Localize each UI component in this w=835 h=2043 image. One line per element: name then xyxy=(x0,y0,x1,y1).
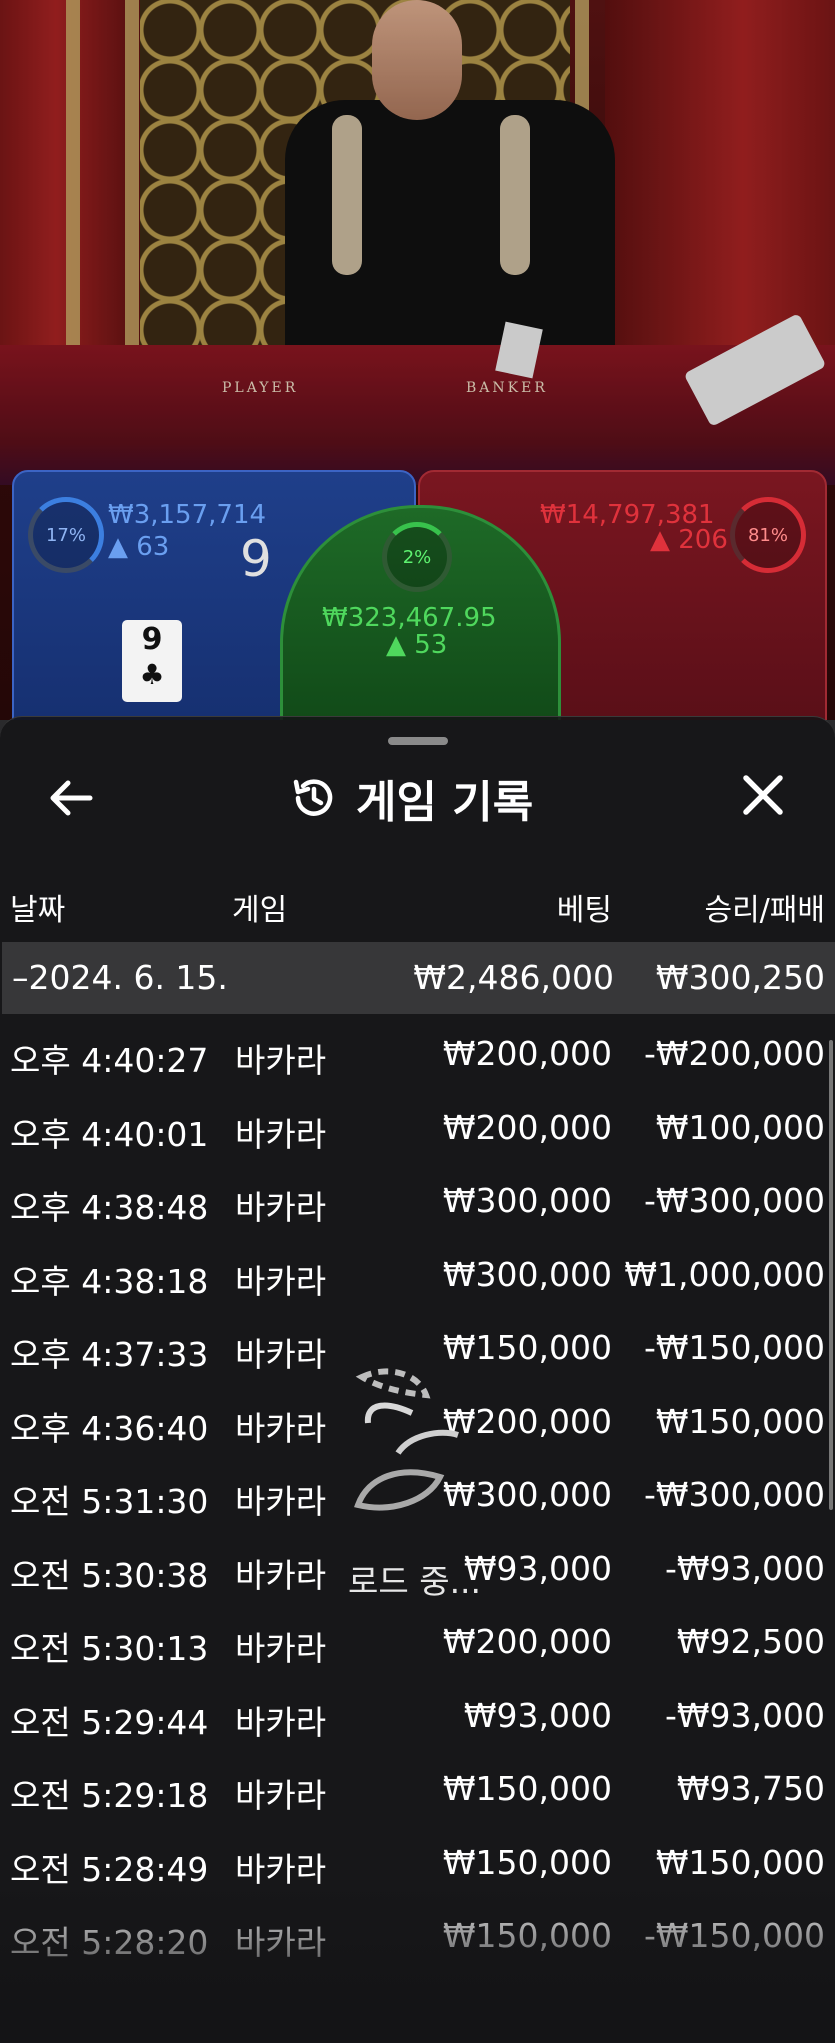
close-icon xyxy=(743,775,783,815)
row-win-loss: ₩150,000 xyxy=(655,1842,825,1882)
person-icon: ▲ xyxy=(650,525,670,555)
back-button[interactable] xyxy=(48,778,94,818)
row-win-loss: -₩300,000 xyxy=(643,1181,825,1220)
loading-spinner-icon xyxy=(354,1368,459,1511)
column-header-win-loss: 승리/패배 xyxy=(704,893,825,928)
banker-percent-ring: 81% xyxy=(730,497,806,573)
date-group-row[interactable]: –2024. 6. 15. ₩2,486,000 ₩300,250 xyxy=(2,942,835,1014)
person-icon: ▲ xyxy=(386,630,406,660)
history-row[interactable]: 오후 4:40:27 바카라 ₩200,000 -₩200,000 xyxy=(0,1018,835,1092)
tie-count-value: 53 xyxy=(414,630,448,660)
list-fade-overlay xyxy=(0,1880,835,2042)
banker-bettor-count: ▲ 206 xyxy=(650,525,728,555)
close-button[interactable] xyxy=(740,772,786,818)
card-rank: 9 xyxy=(141,622,163,657)
history-row[interactable]: 오후 4:40:01 바카라 ₩200,000 ₩100,000 xyxy=(0,1092,835,1166)
sheet-grab-handle[interactable] xyxy=(388,737,448,745)
tie-percent: 2% xyxy=(402,546,432,568)
row-win-loss: -₩93,000 xyxy=(664,1695,825,1735)
tie-percent-ring: 2% xyxy=(382,522,452,592)
row-win-loss: -₩150,000 xyxy=(643,1328,825,1367)
row-win-loss: ₩92,500 xyxy=(676,1622,825,1661)
player-bet-amount: ₩3,157,714 xyxy=(108,500,267,530)
row-win-loss: ₩93,750 xyxy=(676,1769,825,1808)
player-bettor-count: ▲ 63 xyxy=(108,532,169,562)
date-group-win-loss-total: ₩300,250 xyxy=(655,958,825,997)
loading-spinner xyxy=(348,1365,468,1515)
history-clock-icon xyxy=(293,779,333,816)
player-percent: 17% xyxy=(45,524,86,546)
tie-bet-amount: ₩323,467.95 xyxy=(322,603,497,633)
history-row[interactable]: 오전 5:29:18 바카라 ₩150,000 ₩93,750 xyxy=(0,1753,835,1827)
history-row[interactable]: 오후 4:38:18 바카라 ₩300,000 ₩1,000,000 xyxy=(0,1239,835,1313)
scrollbar[interactable] xyxy=(829,1040,833,1510)
sheet-header: 게임 기록 xyxy=(290,770,533,828)
player-score: 9 xyxy=(240,530,272,588)
row-win-loss: ₩1,000,000 xyxy=(624,1254,825,1294)
loading-text: 로드 중... xyxy=(348,1562,482,1601)
player-card: 9 ♣ xyxy=(122,620,182,702)
row-win-loss: -₩200,000 xyxy=(643,1034,825,1073)
history-row[interactable]: 오전 5:29:44 바카라 ₩93,000 -₩93,000 xyxy=(0,1680,835,1754)
row-win-loss: ₩100,000 xyxy=(655,1107,825,1147)
history-row[interactable]: 오후 4:38:48 바카라 ₩300,000 -₩300,000 xyxy=(0,1165,835,1239)
club-suit-icon: ♣ xyxy=(139,658,165,691)
tie-bettor-count: ▲ 53 xyxy=(386,630,447,660)
person-icon: ▲ xyxy=(108,532,128,562)
sheet-title: 게임 기록 xyxy=(356,777,534,828)
player-count-value: 63 xyxy=(136,532,170,562)
banker-count-value: 206 xyxy=(678,525,728,555)
back-arrow-icon xyxy=(50,780,93,816)
banker-percent: 81% xyxy=(747,524,788,546)
player-percent-ring: 17% xyxy=(28,497,104,573)
history-row[interactable]: 오전 5:30:13 바카라 ₩200,000 ₩92,500 xyxy=(0,1606,835,1680)
